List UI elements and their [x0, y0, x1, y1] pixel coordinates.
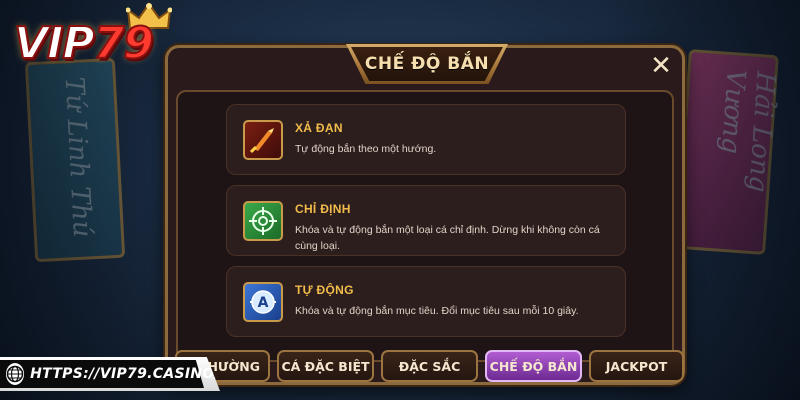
tab-bar: THƯỜNG CÁ ĐẶC BIỆT ĐẶC SẮC CHẾ ĐỘ BẮN JA… — [175, 350, 684, 382]
logo-text-number: 79 — [93, 17, 155, 70]
tab-jackpot[interactable]: JACKPOT — [589, 350, 684, 382]
mode-title: XẢ ĐẠN — [295, 121, 343, 135]
close-icon: ✕ — [650, 51, 672, 81]
crosshair-target-icon — [243, 201, 283, 241]
mode-description: Khóa và tự động bắn mục tiêu. Đổi mục ti… — [295, 305, 579, 317]
mode-description: Khóa và tự động bắn một loại cá chỉ định… — [295, 224, 600, 252]
mode-item-tu-dong[interactable]: A TỰ ĐỘNG Khóa và tự động bắn mục tiêu. … — [226, 266, 626, 337]
vip79-logo: VIP79 — [8, 0, 183, 80]
mode-title: TỰ ĐỘNG — [295, 283, 354, 297]
close-button[interactable]: ✕ — [638, 50, 684, 82]
svg-text:A: A — [258, 295, 269, 311]
tab-ca-dac-biet[interactable]: CÁ ĐẶC BIỆT — [277, 350, 374, 382]
mode-item-xa-dan[interactable]: XẢ ĐẠN Tự động bắn theo một hướng. — [226, 104, 626, 175]
globe-icon — [6, 363, 25, 385]
website-url-banner: HTTPS://VIP79.CASINO/ — [0, 357, 220, 391]
shooting-mode-dialog: CHẾ ĐỘ BẮN ✕ XẢ ĐẠN Tự động bắn theo một… — [165, 44, 685, 385]
dialog-title: CHẾ ĐỘ BẮN — [364, 54, 490, 74]
auto-a-icon: A — [243, 282, 283, 322]
mode-description: Tự động bắn theo một hướng. — [295, 143, 437, 155]
mode-title: CHỈ ĐỊNH — [295, 202, 351, 216]
website-url: HTTPS://VIP79.CASINO/ — [30, 366, 220, 382]
logo-wordmark: VIP79 — [13, 17, 155, 70]
dialog-title-plate: CHẾ ĐỘ BẮN — [346, 44, 508, 84]
logo-text-prefix: VIP — [13, 17, 96, 70]
mode-item-chi-dinh[interactable]: CHỈ ĐỊNH Khóa và tự động bắn một loại cá… — [226, 185, 626, 256]
tab-che-do-ban[interactable]: CHẾ ĐỘ BẮN — [485, 350, 582, 382]
tab-dac-sac[interactable]: ĐẶC SẮC — [381, 350, 478, 382]
bullet-spray-icon — [243, 120, 283, 160]
